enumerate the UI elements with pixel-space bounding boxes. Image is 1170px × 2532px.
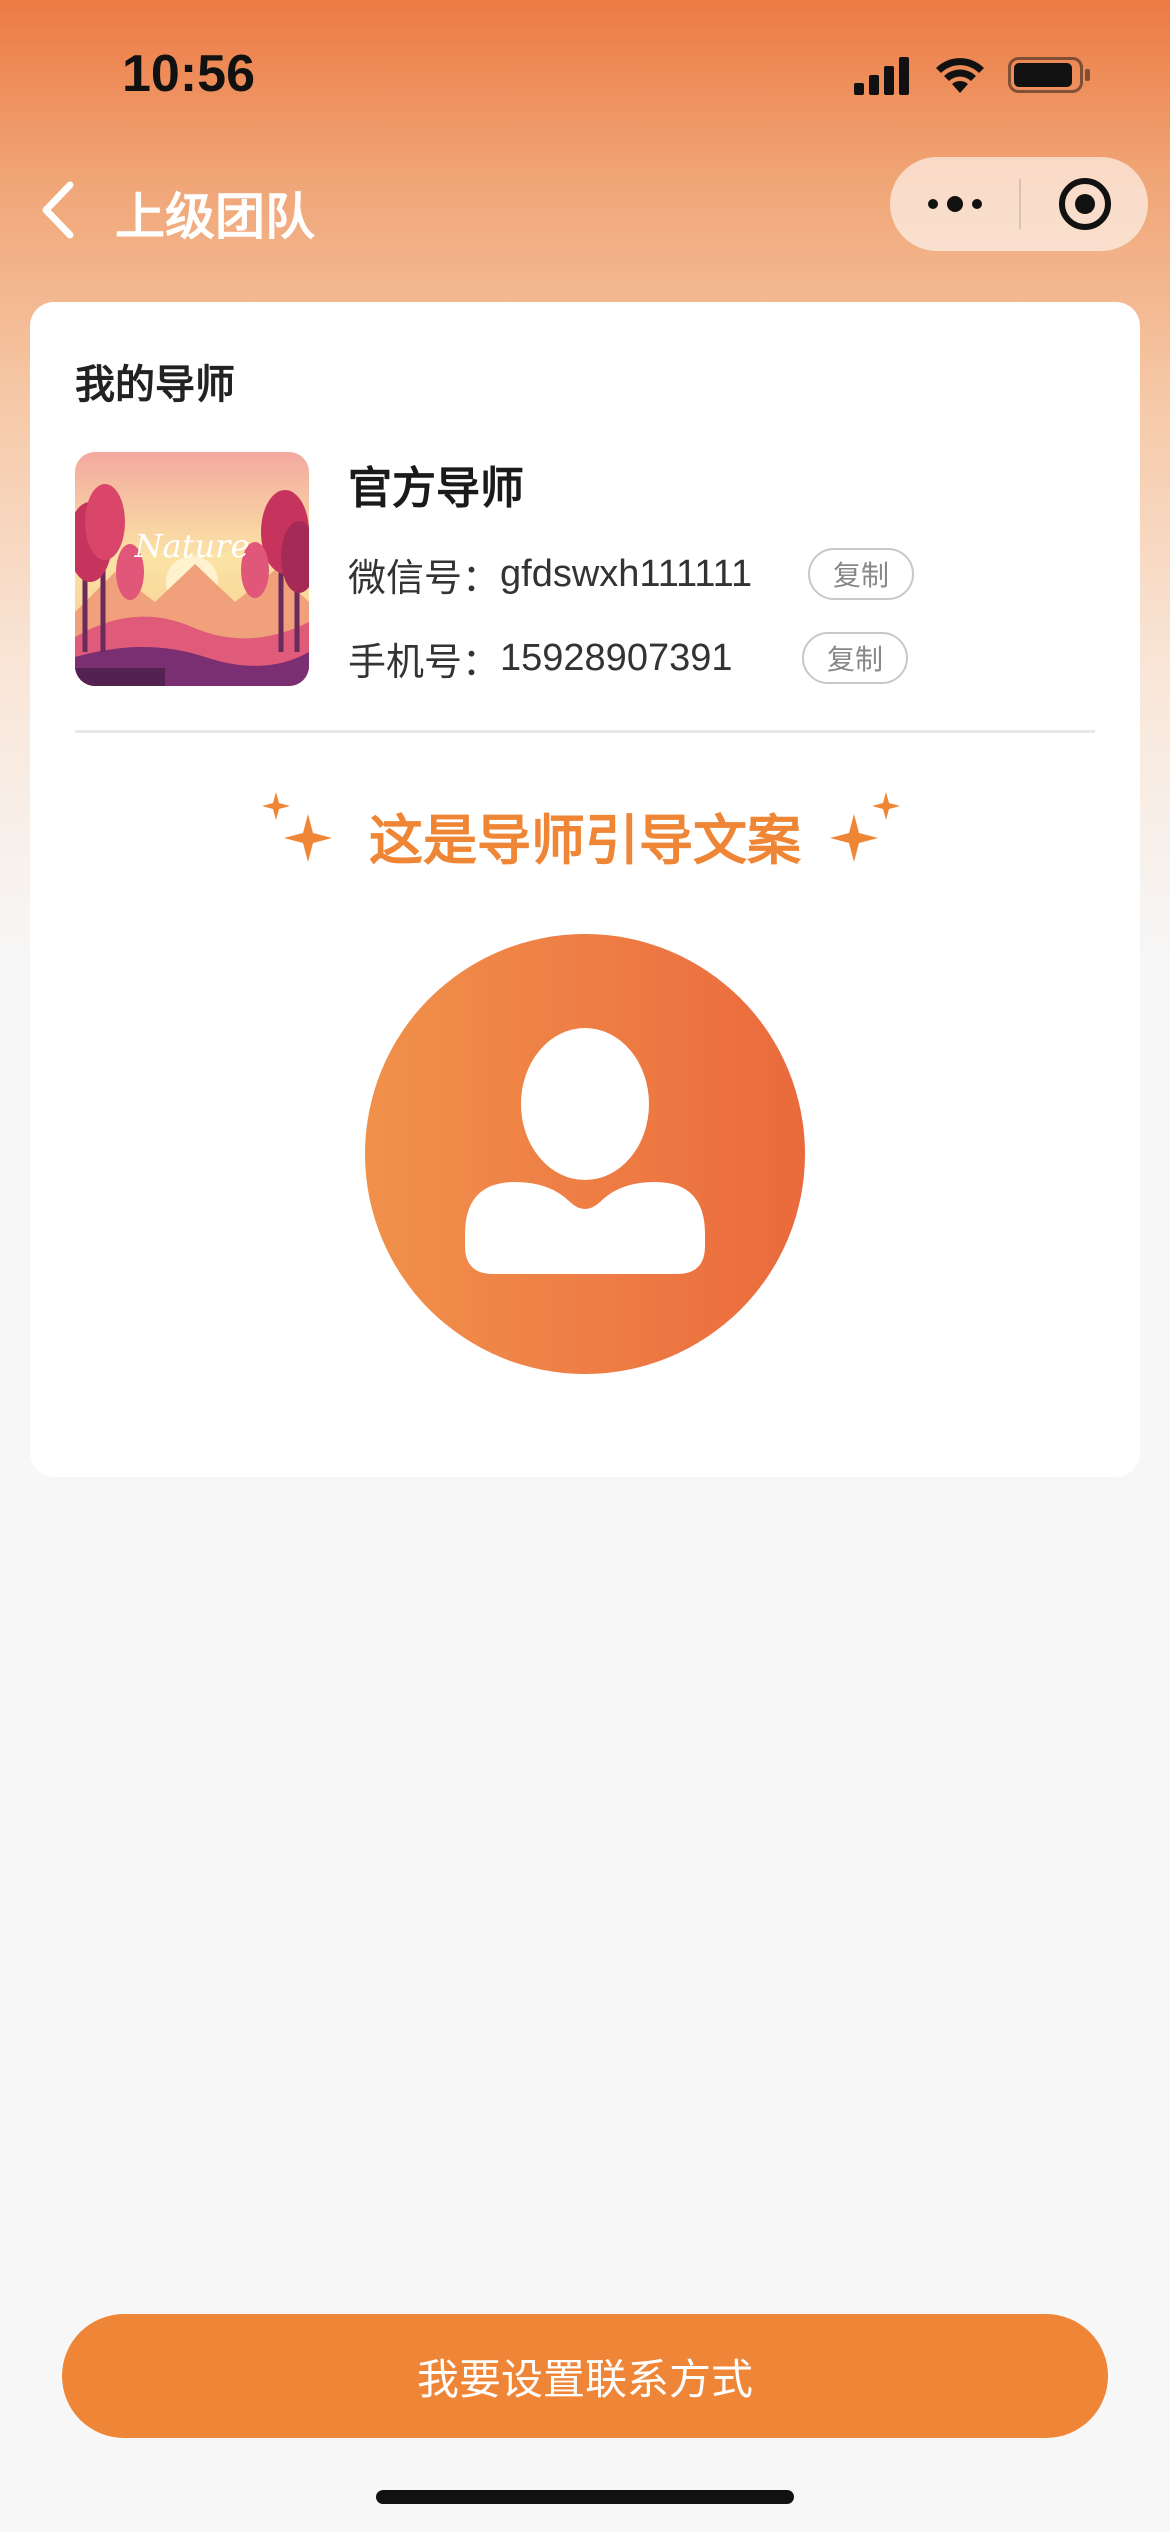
divider <box>75 730 1095 733</box>
phone-value: 15928907391 <box>500 636 733 679</box>
target-circle-icon <box>1058 178 1111 230</box>
nav-bar: 上级团队 <box>0 155 1170 260</box>
wifi-icon <box>936 58 984 93</box>
mentor-qr-placeholder-avatar <box>365 934 805 1374</box>
mentor-name: 官方导师 <box>348 463 524 514</box>
mentor-avatar: Nature <box>75 452 309 686</box>
battery-icon <box>1008 57 1090 93</box>
sparkle-right-icon <box>830 792 900 862</box>
status-time: 10:56 <box>122 45 255 103</box>
status-bar: 10:56 <box>0 0 1170 150</box>
copy-wechat-button[interactable]: 复制 <box>808 548 914 600</box>
set-contact-button[interactable]: 我要设置联系方式 <box>62 2314 1108 2438</box>
wechat-row: 微信号： gfdswxh111111 <box>348 544 752 604</box>
phone-label: 手机号： <box>348 639 501 684</box>
cellular-signal-icon <box>854 57 909 95</box>
status-icons <box>854 50 1092 100</box>
user-avatar-icon <box>465 1028 705 1274</box>
more-button[interactable] <box>890 157 1019 251</box>
back-button[interactable] <box>32 175 92 245</box>
copy-phone-button[interactable]: 复制 <box>802 632 908 684</box>
wechat-value: gfdswxh111111 <box>500 552 753 595</box>
page-title: 上级团队 <box>115 188 315 246</box>
mini-program-capsule <box>890 157 1148 251</box>
section-title: 我的导师 <box>75 362 235 408</box>
mentor-guide-text: 这是导师引导文案 <box>369 809 801 872</box>
more-dots-icon <box>927 196 982 212</box>
nature-image-text: Nature <box>134 527 250 565</box>
wechat-label: 微信号： <box>348 555 501 600</box>
phone-row: 手机号： 15928907391 <box>348 628 733 688</box>
chevron-left-icon <box>42 181 74 239</box>
close-mini-program-button[interactable] <box>1021 157 1148 251</box>
nature-landscape-image: Nature <box>75 452 309 686</box>
home-indicator <box>376 2490 794 2504</box>
mentor-card: 我的导师 Nature 官方导师 微信号： gfdswxh111111 复制 手… <box>30 302 1140 1477</box>
